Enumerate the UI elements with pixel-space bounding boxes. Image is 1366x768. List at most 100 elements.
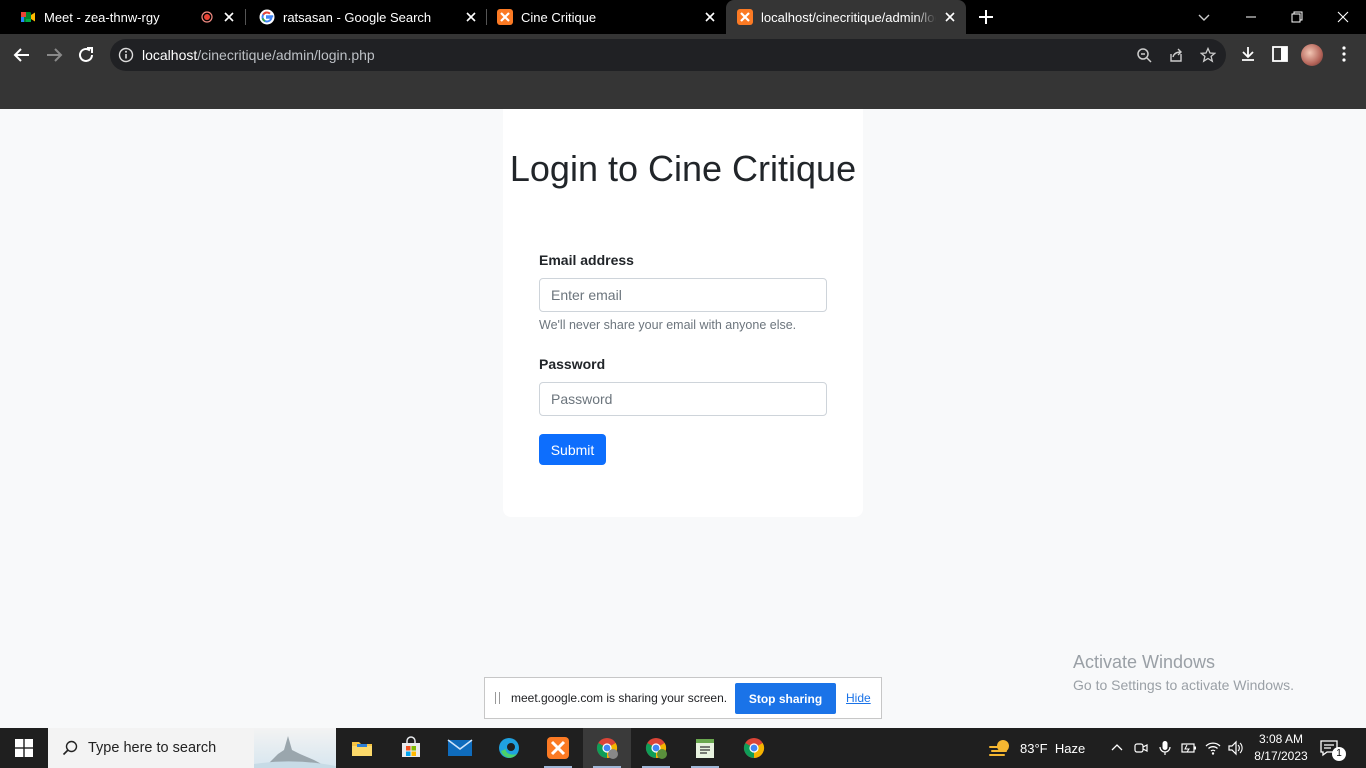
password-field[interactable] — [539, 382, 827, 416]
screen-share-bar: meet.google.com is sharing your screen. … — [484, 677, 882, 719]
xampp-icon — [547, 737, 569, 759]
mail-icon — [447, 739, 473, 756]
new-tab-icon[interactable] — [976, 7, 996, 27]
search-icon — [62, 740, 78, 756]
tab-title: Meet - zea-thnw-rgy — [44, 9, 160, 25]
url-text[interactable]: localhost/cinecritique/admin/login.php — [142, 47, 375, 63]
volume-icon[interactable] — [1227, 740, 1243, 756]
xampp-icon — [497, 9, 513, 25]
weather-temperature: 83°F — [1020, 740, 1048, 756]
submit-button[interactable]: Submit — [539, 434, 606, 465]
chrome-icon — [743, 738, 765, 759]
site-info-icon[interactable] — [118, 47, 134, 63]
search-highlight-image — [254, 728, 336, 768]
email-label: Email address — [539, 252, 634, 268]
taskbar-mail[interactable] — [436, 728, 484, 768]
url-host: localhost — [142, 47, 198, 63]
url-path: /cinecritique/admin/login.php — [197, 47, 375, 63]
notepad-icon — [696, 739, 714, 758]
activate-windows-watermark: Activate Windows Go to Settings to activ… — [1073, 652, 1294, 693]
camera-in-use-icon[interactable] — [1133, 740, 1149, 756]
taskbar-chrome-third[interactable] — [730, 728, 778, 768]
weather-widget[interactable]: 83°F Haze — [1020, 728, 1085, 768]
taskbar-edge[interactable] — [485, 728, 533, 768]
taskbar-chrome-profile[interactable] — [583, 728, 631, 768]
taskbar-xampp[interactable] — [534, 728, 582, 768]
chrome-icon — [645, 738, 667, 759]
bookmark-star-icon[interactable] — [1200, 47, 1216, 63]
battery-icon[interactable] — [1181, 740, 1197, 756]
taskbar-chrome-second[interactable] — [632, 728, 680, 768]
download-icon[interactable] — [1238, 44, 1258, 64]
taskbar-store[interactable] — [387, 728, 435, 768]
side-panel-icon[interactable] — [1270, 44, 1290, 64]
profile-avatar[interactable] — [1301, 44, 1323, 66]
clock-date: 8/17/2023 — [1254, 749, 1308, 763]
start-button[interactable] — [0, 728, 48, 768]
minimize-icon — [1246, 16, 1256, 18]
browser-toolbar: localhost/cinecritique/admin/login.php — [0, 34, 1366, 76]
password-label: Password — [539, 356, 606, 372]
search-placeholder: Type here to search — [88, 740, 217, 756]
login-card: Login to Cine Critique Email address We'… — [503, 109, 863, 517]
reload-icon[interactable] — [75, 44, 97, 66]
edge-icon — [499, 738, 519, 758]
stop-sharing-button[interactable]: Stop sharing — [735, 683, 836, 714]
microphone-icon[interactable] — [1157, 740, 1173, 756]
back-arrow-icon[interactable] — [11, 44, 33, 66]
more-menu-icon[interactable] — [1334, 44, 1354, 64]
tab-title: localhost/cinecritique/admin/login.php — [761, 9, 936, 25]
email-help-text: We'll never share your email with anyone… — [539, 318, 797, 332]
taskbar-file-explorer[interactable] — [338, 728, 386, 768]
restore-icon — [1291, 11, 1303, 23]
close-tab-icon[interactable] — [221, 9, 237, 25]
chrome-icon — [596, 738, 618, 759]
wifi-icon[interactable] — [1205, 740, 1221, 756]
windows-taskbar: Type here to search 83°F Haze 3:08 AM 8/… — [0, 728, 1366, 768]
tab-meet[interactable]: Meet - zea-thnw-rgy — [0, 0, 245, 34]
notification-badge: 1 — [1332, 747, 1346, 761]
google-meet-icon — [21, 12, 35, 22]
window-controls — [1228, 0, 1366, 34]
clock-time: 3:08 AM — [1258, 732, 1304, 746]
recording-icon — [201, 11, 213, 23]
zoom-icon[interactable] — [1136, 47, 1152, 63]
hide-link[interactable]: Hide — [846, 691, 871, 705]
share-message: meet.google.com is sharing your screen. — [511, 691, 728, 705]
page-title: Login to Cine Critique — [509, 148, 857, 189]
close-tab-icon[interactable] — [942, 9, 958, 25]
watermark-title: Activate Windows — [1073, 652, 1216, 672]
page-content: Login to Cine Critique Email address We'… — [0, 109, 1366, 728]
close-icon — [1337, 11, 1349, 23]
browser-tab-strip: Meet - zea-thnw-rgy ratsasan - Google Se… — [0, 0, 1366, 34]
tab-google-search[interactable]: ratsasan - Google Search — [239, 0, 487, 34]
google-icon — [259, 9, 275, 25]
store-icon — [402, 736, 420, 757]
notification-center-button[interactable]: 1 — [1318, 738, 1348, 761]
folder-icon — [352, 742, 372, 756]
system-clock[interactable]: 3:08 AM 8/17/2023 — [1252, 731, 1310, 765]
bookmark-bar — [0, 76, 1366, 109]
weather-condition: Haze — [1054, 740, 1086, 756]
tab-cine-critique[interactable]: Cine Critique — [477, 0, 726, 34]
share-icon[interactable] — [1168, 47, 1184, 63]
taskbar-notepad[interactable] — [681, 728, 729, 768]
email-field[interactable] — [539, 278, 827, 312]
windows-logo-icon — [15, 739, 33, 757]
tab-title: ratsasan - Google Search — [283, 9, 432, 25]
xampp-icon — [737, 9, 753, 25]
minimize-button[interactable] — [1228, 0, 1274, 34]
address-bar[interactable]: localhost/cinecritique/admin/login.php — [110, 39, 1226, 71]
watermark-subtitle: Go to Settings to activate Windows. — [1073, 677, 1294, 693]
weather-haze-icon[interactable] — [988, 738, 1012, 758]
chevron-up-icon[interactable] — [1109, 740, 1125, 756]
close-window-button[interactable] — [1320, 0, 1366, 34]
tab-admin-login[interactable]: localhost/cinecritique/admin/login.php — [726, 0, 966, 34]
forward-arrow-icon[interactable] — [43, 44, 65, 66]
restore-button[interactable] — [1274, 0, 1320, 34]
tab-title: Cine Critique — [521, 9, 597, 25]
drag-handle[interactable] — [495, 692, 500, 704]
close-tab-icon[interactable] — [702, 9, 718, 25]
chevron-down-icon[interactable] — [1194, 7, 1214, 27]
taskbar-search-box[interactable]: Type here to search — [48, 728, 336, 768]
